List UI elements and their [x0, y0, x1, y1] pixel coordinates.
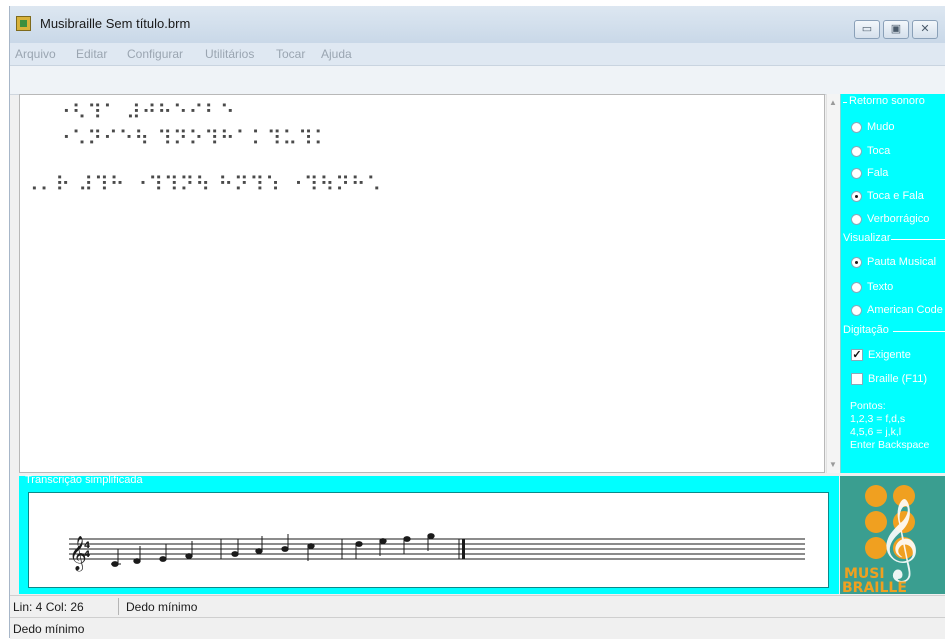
radio-icon [851, 167, 862, 179]
minimize-button[interactable]: ▭ [854, 20, 880, 39]
checkbox-braille-label: Braille (F11) [868, 373, 928, 385]
radio-mudo-label: Mudo [867, 121, 895, 133]
status-message: Dedo mínimo [13, 622, 85, 636]
title-bar[interactable]: Musibraille Sem título.brm ▭ ▣ ✕ [10, 6, 945, 43]
message-bar: Dedo mínimo [10, 617, 945, 639]
editor-scrollbar[interactable]: ▲ ▼ [826, 94, 840, 473]
scroll-down-icon[interactable]: ▼ [829, 460, 837, 469]
radio-fala[interactable]: Fala [851, 167, 888, 179]
scroll-up-icon[interactable]: ▲ [829, 98, 837, 107]
braille-line-2: ⠐⠡⠝⠊⠑⠳ ⠹⠝⠕⠹⠓⠁⠅⠹⠥⠹⠅ [56, 126, 330, 150]
radio-pauta-musical-label: Pauta Musical [867, 256, 937, 268]
app-icon [16, 16, 31, 31]
status-position: Lin: 4 Col: 26 [13, 600, 84, 614]
checkbox-icon [851, 373, 863, 385]
menu-tocar[interactable]: Tocar [276, 47, 305, 61]
radio-american-code[interactable]: American Code [851, 304, 943, 316]
radio-toca-e-fala[interactable]: Toca e Fala [851, 190, 924, 202]
minimize-icon: ▭ [861, 23, 873, 35]
close-icon: ✕ [920, 23, 930, 35]
radio-toca-label: Toca [867, 145, 891, 157]
pontos-right-keys: 4,5,6 = j,k,l [850, 426, 902, 438]
radio-texto-label: Texto [867, 281, 894, 293]
menu-bar: Arquivo Editar Configurar Utilitários To… [10, 43, 945, 66]
maximize-button[interactable]: ▣ [883, 20, 909, 39]
group-digitacao-title: Digitação [843, 324, 889, 336]
radio-icon [851, 304, 862, 316]
braille-line-1: ⠐⠣⠹⠁ ⠼⠚⠓⠑⠊⠃⠑ [56, 100, 236, 124]
radio-icon [851, 213, 862, 225]
radio-selected-icon [851, 256, 862, 268]
menu-editar[interactable]: Editar [76, 47, 107, 61]
radio-toca[interactable]: Toca [851, 145, 890, 157]
toolbar [10, 66, 945, 95]
braille-editor[interactable]: ⠐⠣⠹⠁ ⠼⠚⠓⠑⠊⠃⠑ ⠐⠡⠝⠊⠑⠳ ⠹⠝⠕⠹⠓⠁⠅⠹⠥⠹⠅ ⠠⠄⠗ ⠼⠹⠓ … [19, 94, 825, 473]
window-title: Musibraille Sem título.brm [40, 16, 191, 31]
radio-texto[interactable]: Texto [851, 281, 893, 293]
status-bar: Lin: 4 Col: 26 Dedo mínimo [10, 595, 945, 617]
radio-mudo[interactable]: Mudo [851, 121, 895, 133]
pontos-title: Pontos: [850, 400, 886, 412]
braille-line-4: ⠠⠄⠗ ⠼⠹⠓ ⠐⠹⠹⠝⠳ ⠓⠝⠹⠱ ⠐⠹⠳⠝⠓⠡ [24, 172, 383, 196]
logo-text-braille: BRAILLE [842, 580, 907, 594]
radio-icon [851, 281, 862, 293]
checkbox-braille[interactable]: Braille (F11) [851, 373, 927, 385]
pontos-help: Pontos: 1,2,3 = f,d,s 4,5,6 = j,k,l Ente… [850, 400, 929, 452]
pontos-enter-backspace: Enter Backspace [850, 439, 930, 451]
group-visualizar-title: Visualizar [843, 232, 891, 244]
main-window: Musibraille Sem título.brm ▭ ▣ ✕ Arquivo… [9, 6, 945, 639]
radio-icon [851, 145, 862, 157]
pontos-left-keys: 1,2,3 = f,d,s [850, 413, 906, 425]
checkbox-checked-icon: ✓ [851, 349, 863, 361]
transcription-title: Transcrição simplificada [25, 474, 143, 486]
radio-fala-label: Fala [867, 167, 889, 179]
maximize-icon: ▣ [890, 23, 902, 35]
radio-pauta-musical[interactable]: Pauta Musical [851, 256, 936, 268]
staff-view: 𝄞 4 4 [28, 492, 829, 588]
radio-selected-icon [851, 190, 862, 202]
menu-utilitarios[interactable]: Utilitários [205, 47, 254, 61]
music-staff: 𝄞 4 4 [69, 533, 805, 572]
menu-configurar[interactable]: Configurar [127, 47, 183, 61]
menu-ajuda[interactable]: Ajuda [321, 47, 352, 61]
options-panel: Retorno sonoro Mudo Toca Fala Toca e Fal… [840, 94, 945, 473]
transcription-panel: Transcrição simplificada 𝄞 4 4 [19, 474, 839, 594]
radio-verborragico[interactable]: Verborrágico [851, 213, 929, 225]
musibraille-logo: 𝄞 MUSI BRAILLE [840, 476, 945, 596]
status-finger: Dedo mínimo [126, 600, 198, 614]
close-button[interactable]: ✕ [912, 20, 938, 39]
checkbox-exigente[interactable]: ✓ Exigente [851, 349, 911, 361]
time-sig-bottom: 4 [84, 550, 90, 560]
radio-toca-e-fala-label: Toca e Fala [867, 190, 924, 202]
group-retorno-title: Retorno sonoro [849, 95, 925, 107]
checkbox-exigente-label: Exigente [868, 349, 911, 361]
radio-american-code-label: American Code [867, 304, 943, 316]
radio-icon [851, 121, 862, 133]
menu-arquivo[interactable]: Arquivo [15, 47, 56, 61]
radio-verborragico-label: Verborrágico [867, 213, 930, 225]
